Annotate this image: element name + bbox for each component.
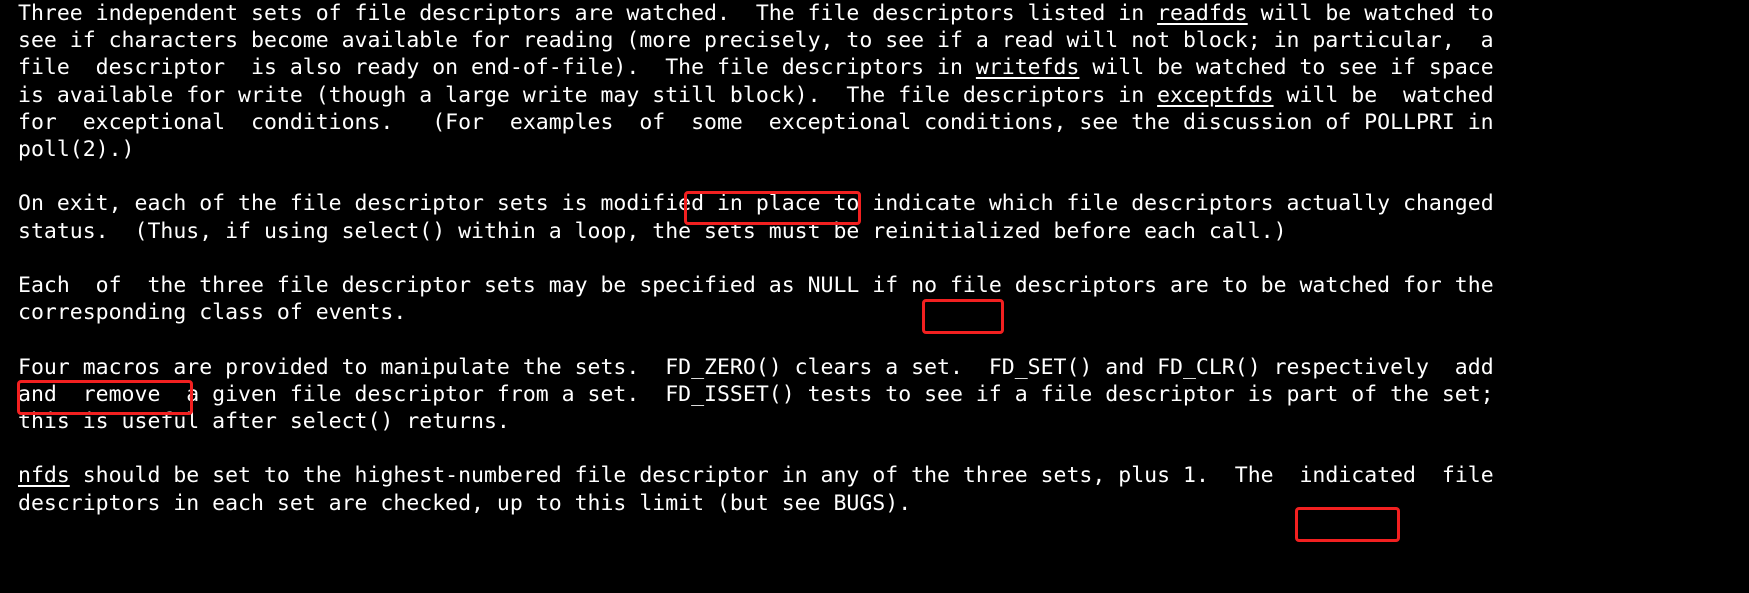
paragraph-p2: On exit, each of the file descriptor set… [18, 190, 1733, 244]
text-run: to indicate which file descriptors actua… [820, 191, 1494, 217]
text-run: Three independent sets of file descripto… [18, 1, 1158, 26]
text-run: . The indicated file [1195, 463, 1494, 489]
text-run: status. (Thus, if using select() within … [18, 218, 1287, 244]
text-run: On exit, each of the file descriptor set… [18, 191, 601, 217]
text-run: will be watched to [1247, 1, 1494, 26]
text-run: plus 1 [1118, 463, 1196, 489]
text-run: will be watched [1273, 82, 1494, 108]
paragraph-p4: Four macros are provided to manipulate t… [18, 354, 1733, 436]
text-run: descriptors in each set are checked, up … [18, 490, 912, 516]
paragraph-p1: Three independent sets of file descripto… [18, 0, 1733, 163]
text-run: will be watched to see if space [1079, 55, 1494, 81]
text-run: corresponding class of events. [18, 300, 407, 326]
term-readfds: readfds [1157, 1, 1248, 26]
paragraph-p3: Each of the three file descriptor sets m… [18, 272, 1733, 326]
text-run: file descriptor is also ready on end-of-… [18, 55, 976, 81]
man-page-text: Three independent sets of file descripto… [18, 0, 1733, 517]
term-exceptfds: exceptfds [1157, 82, 1274, 108]
terminal-window[interactable]: Three independent sets of file descripto… [0, 0, 1749, 593]
text-run: Four macros [18, 354, 161, 380]
text-run: is available for write (though a large w… [18, 82, 1158, 108]
text-run: modified in place [600, 191, 821, 217]
text-run: this is useful after select() returns. [18, 409, 510, 434]
text-run: poll(2).) [18, 137, 135, 163]
term-writefds: writefds [975, 55, 1080, 81]
text-run: should be set to the highest-numbered fi… [69, 463, 1119, 489]
text-run: Each of the three file descriptor sets m… [18, 273, 808, 298]
term-nfds: nfds [18, 463, 70, 489]
text-run: if no file descriptors are to be watched… [859, 273, 1494, 298]
text-run: are provided to manipulate the sets. FD_… [160, 354, 1494, 380]
paragraph-p5: nfds should be set to the highest-number… [18, 462, 1733, 516]
text-run: and remove a given file descriptor from … [18, 381, 1494, 407]
text-run: NULL [807, 273, 860, 298]
text-run: see if characters become available for r… [18, 28, 1494, 54]
text-run: for exceptional conditions. (For example… [18, 109, 1494, 135]
